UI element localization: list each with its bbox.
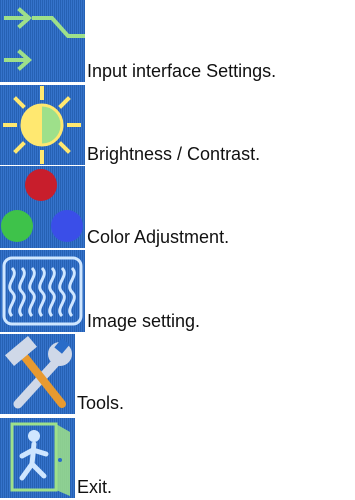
menu-item-label: Exit. <box>77 477 113 497</box>
color-dots-icon <box>0 166 85 248</box>
input-arrows-icon <box>0 0 85 82</box>
image-waves-icon <box>0 250 85 332</box>
menu-item-label: Tools. <box>77 393 125 413</box>
menu-item-label: Brightness / Contrast. <box>87 144 261 164</box>
menu-item-exit[interactable]: Exit. <box>0 418 112 498</box>
tools-icon <box>0 334 75 414</box>
menu-item-image-setting[interactable]: Image setting. <box>0 250 200 332</box>
brightness-sun-icon <box>0 85 85 165</box>
exit-door-icon <box>0 418 75 498</box>
menu-item-input-settings[interactable]: Input interface Settings. <box>0 0 276 82</box>
menu-item-tools[interactable]: Tools. <box>0 334 124 414</box>
menu-item-brightness-contrast[interactable]: Brightness / Contrast. <box>0 85 260 165</box>
menu-item-color-adjustment[interactable]: Color Adjustment. <box>0 166 229 248</box>
menu-item-label: Image setting. <box>87 311 201 331</box>
menu-item-label: Color Adjustment. <box>87 227 230 247</box>
menu-item-label: Input interface Settings. <box>87 61 277 81</box>
